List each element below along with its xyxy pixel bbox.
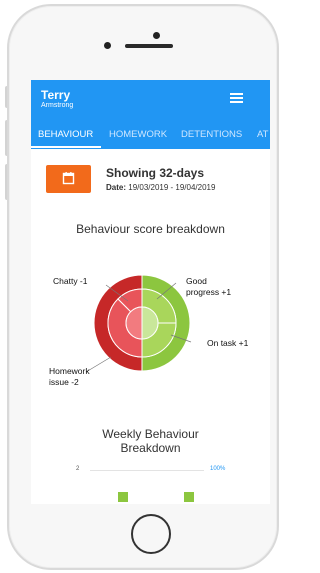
hamburger-menu-icon[interactable] (230, 93, 243, 103)
weekly-title-line2: Breakdown (120, 441, 181, 455)
label-homework-line1: Homework (49, 366, 90, 376)
user-first-name: Terry (41, 88, 71, 102)
tab-homework[interactable]: HOMEWORK (109, 129, 167, 140)
calendar-icon (62, 172, 75, 185)
behaviour-chart-title: Behaviour score breakdown (76, 222, 225, 236)
camera-dot (153, 32, 160, 39)
tab-attendance[interactable]: AT (257, 129, 268, 140)
label-homework-line2: issue -2 (49, 377, 79, 387)
label-good-progress-line1: Good (186, 276, 207, 286)
tab-behaviour[interactable]: BEHAVIOUR (38, 129, 93, 140)
behaviour-content: Showing 32-days Date: 19/03/2019 - 19/04… (31, 149, 270, 504)
date-range-line: Date: 19/03/2019 - 19/04/2019 (106, 183, 215, 192)
date-range-button[interactable] (46, 165, 91, 193)
active-tab-indicator (31, 146, 101, 148)
date-range-value: 19/03/2019 - 19/04/2019 (128, 183, 216, 192)
front-camera (104, 42, 111, 49)
app-bar: Terry Armstrong BEHAVIOUR HOMEWORK DETEN… (31, 80, 270, 149)
weekly-axis-right: 100% (210, 466, 226, 472)
user-last-name: Armstrong (41, 102, 74, 109)
weekly-axis-left: 2 (76, 466, 80, 472)
label-good-progress-line2: progress +1 (186, 287, 232, 297)
home-button[interactable] (131, 514, 171, 554)
showing-days: Showing 32-days (106, 166, 205, 180)
date-label: Date: (106, 183, 127, 192)
app-screen: Terry Armstrong BEHAVIOUR HOMEWORK DETEN… (31, 80, 270, 504)
weekly-title-line1: Weekly Behaviour (102, 427, 199, 441)
label-chatty: Chatty -1 (53, 276, 88, 286)
weekly-bar (118, 492, 128, 502)
weekly-gridline (90, 470, 204, 471)
speaker-grille (125, 44, 173, 48)
label-on-task: On task +1 (207, 338, 249, 348)
weekly-bar (184, 492, 194, 502)
tab-bar: BEHAVIOUR HOMEWORK DETENTIONS AT (31, 124, 270, 148)
tab-detentions[interactable]: DETENTIONS (181, 129, 242, 140)
